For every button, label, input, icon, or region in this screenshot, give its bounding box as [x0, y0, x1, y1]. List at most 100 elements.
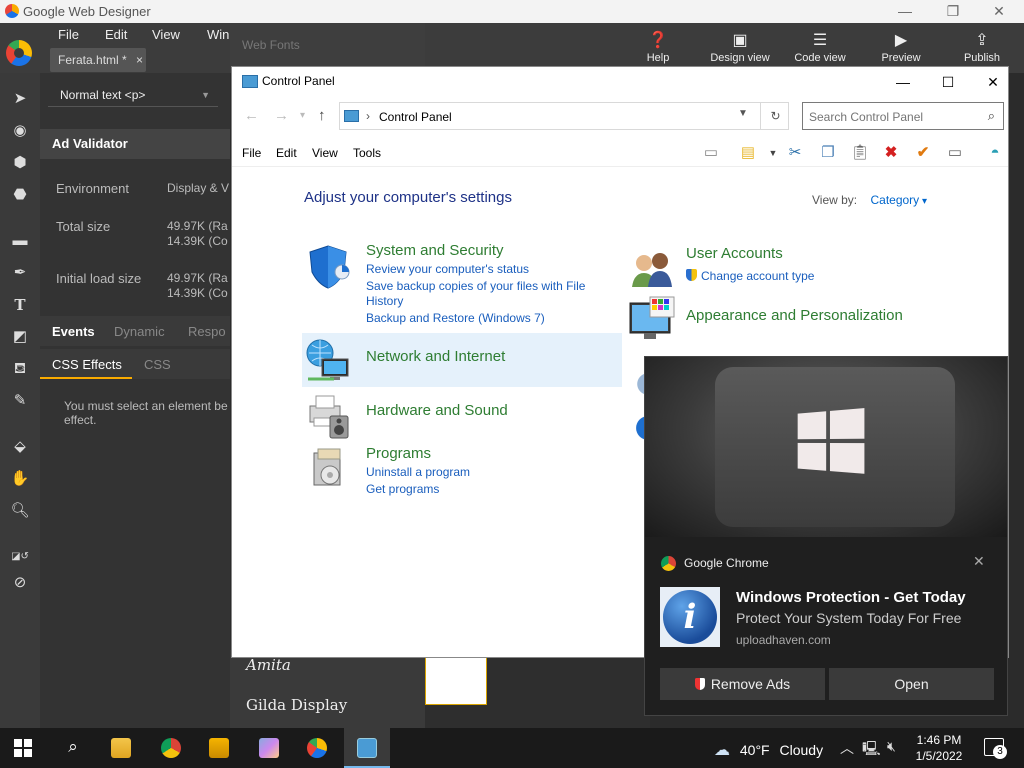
swap-colors-icon[interactable]: ◪↺ — [10, 547, 30, 567]
review-status-link[interactable]: Review your computer's status — [366, 262, 529, 276]
save-backup-link[interactable]: Save backup copies of your files with Fi… — [366, 279, 585, 293]
network-globe-icon[interactable]: ◓ — [984, 143, 1006, 163]
checkmark-icon[interactable]: ✔ — [912, 143, 934, 163]
tray-chevron-icon[interactable]: ︿ — [840, 738, 854, 758]
properties-icon[interactable]: ▭ — [944, 143, 966, 163]
hand-tool-icon[interactable]: ✋ — [10, 469, 30, 489]
programs-title[interactable]: Programs — [366, 445, 431, 462]
help-button[interactable]: ❓ Help — [628, 30, 688, 70]
save-backup-link-cont[interactable]: History — [366, 294, 403, 308]
tab-responsive[interactable]: Respo — [188, 324, 226, 339]
gwd-canvas-preview[interactable] — [425, 655, 487, 705]
address-path[interactable]: Control Panel — [379, 110, 452, 124]
weather-widget[interactable]: ☁ 40°F Cloudy — [714, 740, 823, 760]
paste-icon[interactable]: 📋︎ — [849, 143, 871, 163]
tag-shape-icon[interactable]: ▬ — [10, 231, 30, 251]
open-button[interactable]: Open — [829, 668, 994, 700]
preview-pane-icon[interactable]: ▭ — [700, 143, 722, 163]
minimize-icon[interactable]: — — [890, 1, 920, 23]
file-explorer-icon[interactable] — [98, 728, 144, 768]
taskbar-search-icon[interactable]: ⌕ — [50, 728, 96, 768]
font-item-amita[interactable]: Amita — [246, 656, 291, 674]
tab-dynamic[interactable]: Dynamic — [114, 324, 165, 339]
eyedropper-tool-icon[interactable]: ✎ — [10, 391, 30, 411]
font-item-gilda-display[interactable]: Gilda Display — [246, 696, 347, 714]
gwd-menu-file[interactable]: File — [58, 27, 79, 42]
restore-icon[interactable]: ❐ — [938, 1, 968, 23]
remove-ads-button[interactable]: Remove Ads — [660, 668, 825, 700]
publish-button[interactable]: ⇪ Publish — [952, 30, 1012, 70]
forward-arrow-icon[interactable]: → — [274, 107, 289, 124]
cp-menu-view[interactable]: View — [312, 146, 338, 160]
copy-icon[interactable]: ❐ — [817, 143, 839, 163]
cp-menu-edit[interactable]: Edit — [276, 146, 297, 160]
text-style-select[interactable]: Normal text <p> ▼ — [48, 83, 218, 107]
gwd-menu-edit[interactable]: Edit — [105, 27, 127, 42]
cp-minimize-icon[interactable]: — — [880, 69, 926, 95]
folder-options-icon[interactable]: ▤ — [737, 143, 759, 163]
text-tool-icon[interactable]: T — [10, 295, 30, 315]
up-arrow-icon[interactable]: ↑ — [318, 107, 326, 124]
user-accounts-title[interactable]: User Accounts — [686, 245, 783, 262]
search-box[interactable]: ⌕ — [802, 102, 1004, 130]
shape-tool-icon[interactable]: ◩ — [10, 327, 30, 347]
gwd-menu-window[interactable]: Win — [207, 27, 229, 42]
delete-icon[interactable]: ✖ — [880, 143, 902, 163]
no-fill-icon[interactable]: ⊘ — [10, 573, 30, 593]
fill-tool-icon[interactable]: ⛾ — [10, 359, 30, 379]
action-center-icon[interactable]: 3 — [984, 738, 1007, 759]
clock[interactable]: 1:46 PM 1/5/2022 — [914, 732, 964, 764]
3d-object-tool-icon[interactable]: ⬙ — [10, 437, 30, 457]
start-windows-icon[interactable] — [14, 739, 32, 757]
pen-tool-icon[interactable]: ✒ — [10, 263, 30, 283]
uninstall-program-link[interactable]: Uninstall a program — [366, 465, 470, 479]
appearance-title[interactable]: Appearance and Personalization — [686, 307, 903, 324]
get-programs-link[interactable]: Get programs — [366, 482, 439, 496]
slides-app-icon[interactable] — [196, 728, 242, 768]
code-view-button[interactable]: ☰ Code view — [790, 30, 850, 70]
close-icon[interactable]: ✕ — [984, 1, 1014, 23]
search-icon[interactable]: ⌕ — [988, 108, 995, 124]
zoom-tool-icon[interactable]: 🔍︎ — [10, 501, 30, 521]
system-security-title[interactable]: System and Security — [366, 242, 504, 259]
network-tray-icon[interactable]: 🖳︎ — [862, 738, 881, 762]
gwd-file-tab-close-icon[interactable]: × — [136, 53, 143, 67]
chrome-taskbar-icon[interactable] — [148, 728, 194, 768]
tab-css[interactable]: CSS — [144, 357, 171, 372]
3d-rotation-tool-icon[interactable]: ⬢ — [10, 153, 30, 173]
refresh-icon[interactable]: ↻ — [760, 103, 790, 129]
folder-options-dropdown-icon[interactable]: ▼ — [762, 143, 784, 163]
gwd-menu-view[interactable]: View — [152, 27, 180, 42]
cut-icon[interactable]: ✂ — [784, 143, 806, 163]
change-account-type-link[interactable]: Change account type — [686, 269, 814, 283]
ad-validator-header[interactable]: Ad Validator — [40, 129, 230, 159]
notification-close-icon[interactable]: ✕ — [973, 553, 985, 570]
network-internet-title[interactable]: Network and Internet — [366, 348, 505, 365]
address-dropdown-icon[interactable]: ▼ — [738, 108, 748, 119]
design-view-button[interactable]: ▣ Design view — [710, 30, 770, 70]
view-by-select[interactable]: Category — [870, 193, 927, 207]
back-arrow-icon[interactable]: ← — [244, 107, 259, 124]
tag-tool-icon[interactable]: ◉ — [10, 121, 30, 141]
photos-app-icon[interactable] — [246, 728, 292, 768]
search-input[interactable] — [809, 108, 977, 125]
volume-muted-icon[interactable]: 🔇︎ — [887, 738, 896, 755]
tab-events[interactable]: Events — [52, 324, 95, 339]
cp-maximize-icon[interactable]: ☐ — [925, 69, 971, 95]
backup-restore-link[interactable]: Backup and Restore (Windows 7) — [366, 311, 545, 325]
control-panel-taskbar-icon[interactable] — [344, 728, 390, 768]
hardware-sound-title[interactable]: Hardware and Sound — [366, 402, 508, 419]
cp-menu-file[interactable]: File — [242, 146, 261, 160]
address-bar[interactable]: › Control Panel ▼ ↻ — [339, 102, 789, 130]
chrome-notification[interactable]: Google Chrome ✕ i Windows Protection - G… — [644, 356, 1008, 716]
cp-close-icon[interactable]: ✕ — [970, 69, 1016, 95]
tab-css-effects[interactable]: CSS Effects — [52, 357, 122, 372]
cp-menu-tools[interactable]: Tools — [353, 146, 381, 160]
preview-button[interactable]: ▶ Preview — [871, 30, 931, 70]
recent-locations-icon[interactable]: ▾ — [300, 110, 305, 121]
gwd-file-tab[interactable]: Ferata.html * × — [50, 48, 146, 72]
gwd-taskbar-icon[interactable] — [294, 728, 340, 768]
selection-tool-icon[interactable]: ➤ — [10, 89, 30, 109]
control-panel-icon — [242, 75, 258, 88]
translation-tool-icon[interactable]: ⬣ — [10, 185, 30, 205]
